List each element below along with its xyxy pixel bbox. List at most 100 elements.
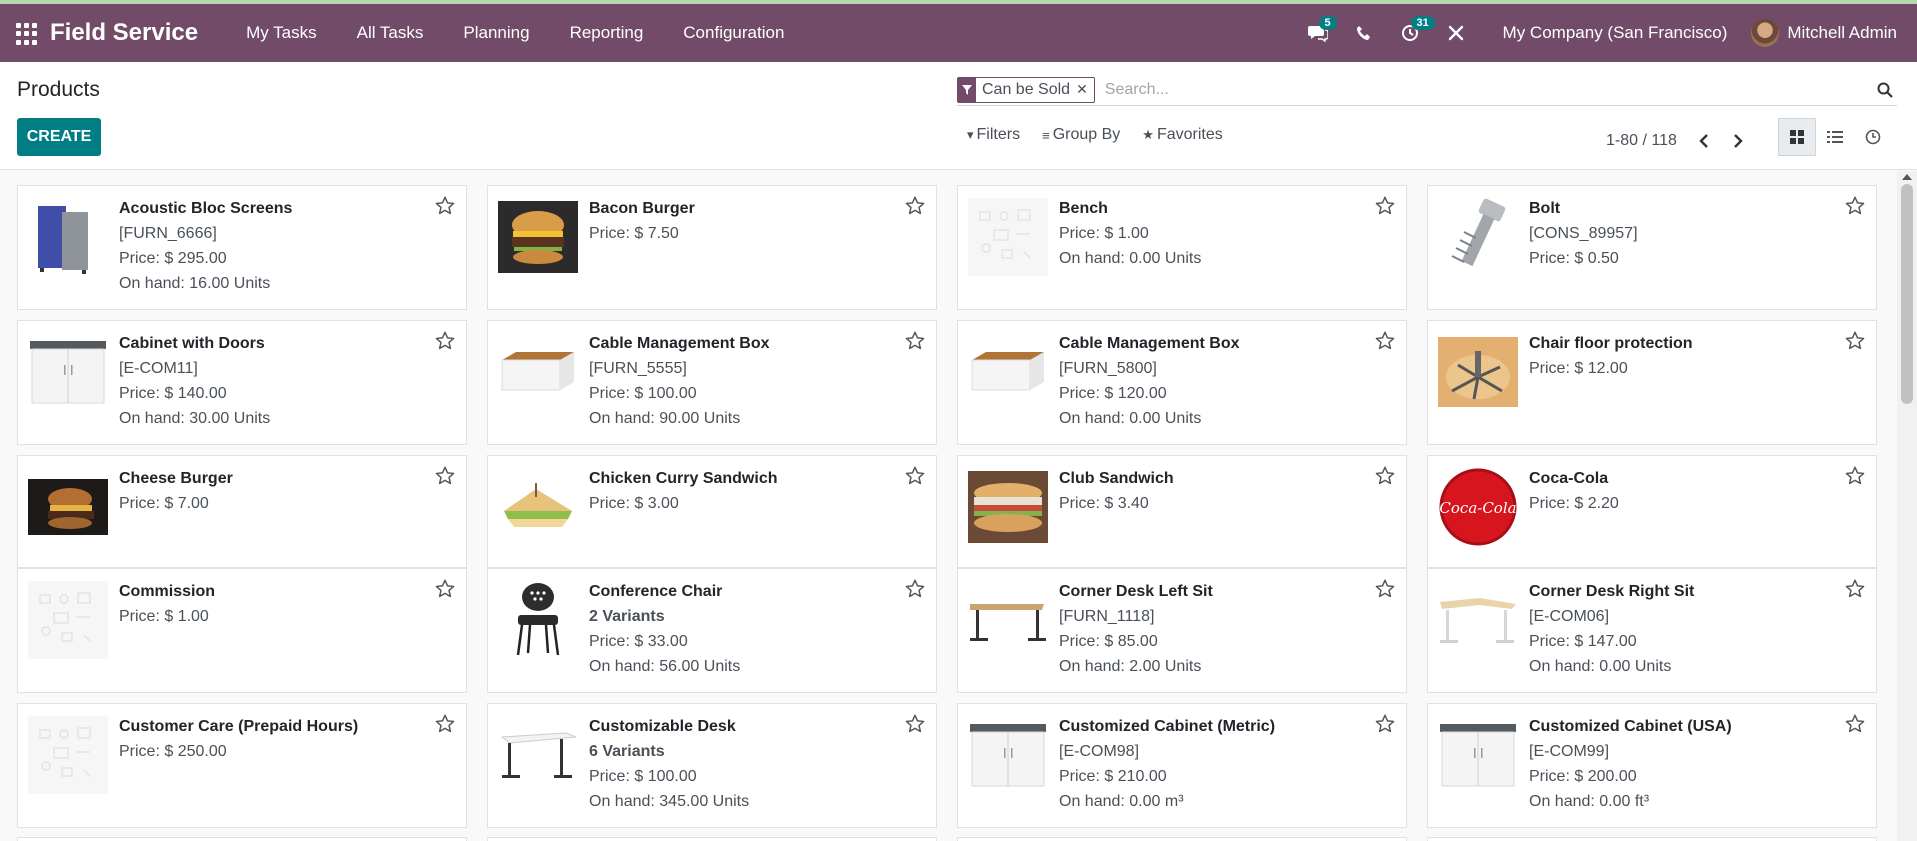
product-name: Acoustic Bloc Screens — [119, 200, 293, 217]
favorite-star-icon[interactable] — [1844, 330, 1866, 352]
favorite-star-icon[interactable] — [1844, 713, 1866, 735]
app-menu-icon[interactable] — [16, 21, 40, 45]
product-card-details: Bolt [CONS_89957] Price: $ 0.50 — [1529, 196, 1638, 271]
product-card[interactable] — [1427, 837, 1877, 841]
nav-reporting[interactable]: Reporting — [550, 23, 664, 43]
product-detail-line: On hand: 345.00 Units — [589, 793, 750, 810]
scrollbar-thumb[interactable] — [1901, 184, 1913, 404]
product-detail-line: [E-COM99] — [1529, 743, 1610, 760]
app-brand[interactable]: Field Service — [50, 19, 198, 47]
product-card-details: Conference Chair 2 Variants Price: $ 33.00… — [589, 579, 740, 679]
favorite-star-icon[interactable] — [434, 330, 456, 352]
filters-button[interactable]: ▾ Filters — [967, 126, 1020, 144]
product-card[interactable]: Customer Care (Prepaid Hours) Price: $ 25… — [17, 703, 467, 828]
favorite-star-icon[interactable] — [904, 465, 926, 487]
product-detail-line: Price: $ 33.00 — [589, 633, 688, 650]
debug-tools-button[interactable] — [1433, 4, 1479, 62]
pager: 1-80 / 118 — [1606, 126, 1755, 156]
pager-next-button[interactable] — [1721, 126, 1755, 156]
product-name: Bolt — [1529, 200, 1561, 217]
favorite-star-icon[interactable] — [1374, 195, 1396, 217]
product-card[interactable]: Customized Cabinet (USA) [E-COM99] Price: … — [1427, 703, 1877, 828]
placeholder-image — [28, 716, 108, 794]
favorite-star-icon[interactable] — [434, 713, 456, 735]
favorite-star-icon[interactable] — [904, 330, 926, 352]
product-card[interactable]: Conference Chair 2 Variants Price: $ 33.00… — [487, 568, 937, 693]
favorite-star-icon[interactable] — [434, 195, 456, 217]
favorite-star-icon[interactable] — [1844, 465, 1866, 487]
favorites-button[interactable]: ★ Favorites — [1142, 126, 1222, 144]
pager-previous-button[interactable] — [1687, 126, 1721, 156]
product-detail-line: On hand: 90.00 Units — [589, 410, 741, 427]
activities-button[interactable]: 31 — [1387, 4, 1435, 62]
search-input[interactable] — [1104, 80, 1873, 99]
product-card[interactable]: Customizable Desk 6 Variants Price: $ 100.… — [487, 703, 937, 828]
product-detail-line: [FURN_1118] — [1059, 608, 1155, 625]
groupby-button[interactable]: ≡ Group By — [1042, 126, 1120, 144]
phone-button[interactable] — [1341, 4, 1387, 62]
product-card[interactable]: Chair floor protection Price: $ 12.00 — [1427, 320, 1877, 445]
activity-view-button[interactable] — [1854, 118, 1892, 156]
product-card[interactable]: Cable Management Box [FURN_5555] Price: $ … — [487, 320, 937, 445]
product-card[interactable]: Bacon Burger Price: $ 7.50 — [487, 185, 937, 310]
chevron-left-icon — [1699, 134, 1708, 148]
product-card-details: Cable Management Box [FURN_5555] Price: $ … — [589, 331, 769, 431]
favorite-star-icon[interactable] — [904, 578, 926, 600]
product-card[interactable]: Bolt [CONS_89957] Price: $ 0.50 — [1427, 185, 1877, 310]
company-switcher[interactable]: My Company (San Francisco) — [1479, 23, 1752, 43]
product-card[interactable]: Club Sandwich Price: $ 3.40 — [957, 455, 1407, 568]
product-card-details: Corner Desk Right Sit [E-COM06] Price: $ 1… — [1529, 579, 1694, 679]
product-detail-line: Price: $ 7.00 — [119, 495, 209, 512]
product-card[interactable] — [17, 837, 467, 841]
product-card[interactable]: Corner Desk Right Sit [E-COM06] Price: $ 1… — [1427, 568, 1877, 693]
favorite-star-icon[interactable] — [904, 195, 926, 217]
user-menu[interactable]: Mitchell Admin — [1751, 19, 1917, 47]
favorite-star-icon[interactable] — [1374, 330, 1396, 352]
messages-button[interactable]: 5 — [1295, 4, 1341, 62]
favorite-star-icon[interactable] — [1844, 195, 1866, 217]
acoustic-screen-image — [28, 198, 108, 276]
product-name: Customizable Desk — [589, 718, 736, 735]
product-card[interactable]: Corner Desk Left Sit [FURN_1118] Price: $ … — [957, 568, 1407, 693]
favorite-star-icon[interactable] — [1374, 578, 1396, 600]
bolt-image — [1438, 198, 1518, 276]
product-card[interactable]: Acoustic Bloc Screens [FURN_6666] Price: $… — [17, 185, 467, 310]
product-card[interactable] — [957, 837, 1407, 841]
pager-value[interactable]: 1-80 / 118 — [1606, 132, 1677, 150]
product-detail-line: On hand: 0.00 Units — [1059, 410, 1202, 427]
favorites-label: Favorites — [1156, 126, 1223, 143]
product-card-details: Cheese Burger Price: $ 7.00 — [119, 466, 233, 516]
funnel-icon: ▾ — [967, 127, 974, 142]
search-options: ▾ Filters ≡ Group By ★ Favorites — [967, 126, 1245, 144]
nav-all-tasks[interactable]: All Tasks — [337, 23, 444, 43]
product-card[interactable]: Coca-Cola Coca-Cola Price: $ 2.20 — [1427, 455, 1877, 568]
favorite-star-icon[interactable] — [904, 713, 926, 735]
view-switcher — [1778, 118, 1892, 156]
page-title: Products — [17, 78, 100, 101]
nav-my-tasks[interactable]: My Tasks — [226, 23, 337, 43]
product-card[interactable]: Customized Cabinet (Metric) [E-COM98] Pric… — [957, 703, 1407, 828]
product-card[interactable]: Cable Management Box [FURN_5800] Price: $ … — [957, 320, 1407, 445]
product-card[interactable]: Commission Price: $ 1.00 — [17, 568, 467, 693]
chair-image — [498, 581, 578, 659]
favorite-star-icon[interactable] — [1374, 713, 1396, 735]
favorite-star-icon[interactable] — [1374, 465, 1396, 487]
list-view-button[interactable] — [1816, 118, 1854, 156]
product-name: Bench — [1059, 200, 1108, 217]
product-card[interactable] — [487, 837, 937, 841]
favorite-star-icon[interactable] — [1844, 578, 1866, 600]
facet-remove-icon[interactable]: ✕ — [1076, 78, 1094, 102]
product-detail-line: On hand: 16.00 Units — [119, 275, 271, 292]
nav-configuration[interactable]: Configuration — [663, 23, 804, 43]
kanban-view-button[interactable] — [1778, 118, 1816, 156]
product-card[interactable]: Cabinet with Doors [E-COM11] Price: $ 140.… — [17, 320, 467, 445]
nav-planning[interactable]: Planning — [443, 23, 549, 43]
favorite-star-icon[interactable] — [434, 578, 456, 600]
product-card[interactable]: Cheese Burger Price: $ 7.00 — [17, 455, 467, 568]
product-card[interactable]: Bench Price: $ 1.00 On hand: 0.00 Units — [957, 185, 1407, 310]
product-card[interactable]: Chicken Curry Sandwich Price: $ 3.00 — [487, 455, 937, 568]
create-button[interactable]: CREATE — [17, 118, 101, 156]
scroll-up-arrow[interactable] — [1902, 174, 1912, 180]
favorite-star-icon[interactable] — [434, 465, 456, 487]
search-icon[interactable] — [1873, 78, 1897, 102]
